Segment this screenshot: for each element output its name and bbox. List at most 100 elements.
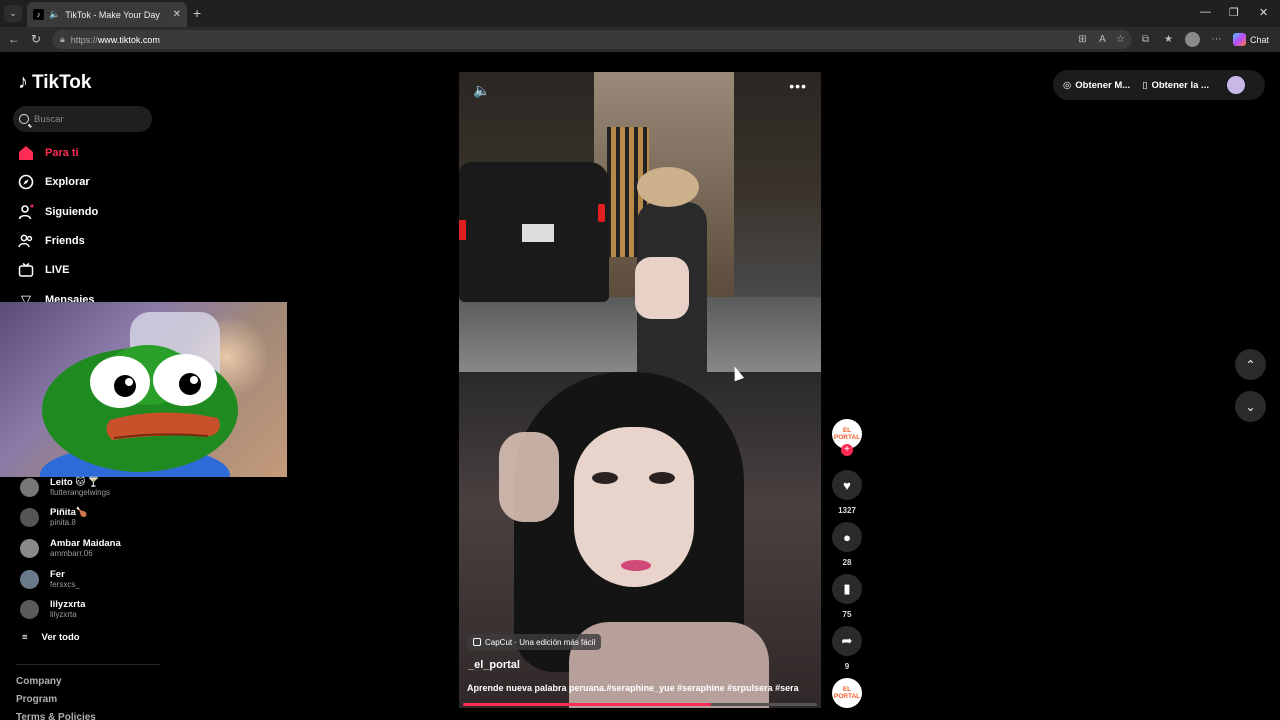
avatar bbox=[20, 600, 39, 619]
extensions-icon[interactable]: ⧉ bbox=[1140, 34, 1151, 45]
nav-label: Explorar bbox=[45, 176, 90, 188]
favorite-star-icon[interactable]: ☆ bbox=[1115, 34, 1126, 45]
phone-icon: ▯ bbox=[1142, 79, 1148, 91]
share-count: 9 bbox=[844, 662, 850, 671]
following-account[interactable]: lilyzxrta lilyzxrta bbox=[20, 599, 85, 620]
chevron-down-icon: ⌄ bbox=[1245, 399, 1256, 414]
header-actions: ◎ Obtener M... ▯ Obtener la ... bbox=[1053, 70, 1265, 100]
tiktok-page: ♪ TikTok Buscar Para ti Explorar Siguien… bbox=[0, 52, 1280, 720]
nav-para-ti[interactable]: Para ti bbox=[18, 145, 79, 161]
music-disc-text: EL PORTAL bbox=[833, 686, 861, 700]
video-author[interactable]: _el_portal bbox=[468, 659, 520, 671]
share-button[interactable]: ➦ bbox=[832, 626, 862, 656]
see-all-button[interactable]: ≡ Ver todo bbox=[22, 632, 80, 643]
video-player[interactable]: 🔈 ••• CapCut · Una edición más fácil _el… bbox=[459, 72, 821, 708]
refresh-icon[interactable]: ↻ bbox=[31, 32, 41, 46]
volume-icon[interactable]: 🔈 bbox=[473, 82, 490, 99]
tab-title: TikTok - Make Your Day bbox=[65, 9, 160, 20]
url-field[interactable]: 🔒︎ https://www.tiktok.com bbox=[52, 30, 1132, 49]
url-scheme: https:// bbox=[70, 34, 98, 45]
follow-plus-icon[interactable]: + bbox=[841, 444, 853, 456]
footer-link-company[interactable]: Company bbox=[16, 676, 62, 687]
eye bbox=[592, 472, 618, 484]
browser-profile-avatar[interactable] bbox=[1185, 32, 1200, 47]
capcut-badge[interactable]: CapCut · Una edición más fácil bbox=[467, 634, 602, 650]
comment-count: 28 bbox=[842, 558, 852, 567]
nav-siguiendo[interactable]: Siguiendo bbox=[18, 204, 98, 220]
back-icon[interactable]: ← bbox=[8, 32, 20, 46]
video-caption[interactable]: Aprende nueva palabra peruana.#seraphine… bbox=[467, 683, 817, 693]
car-light bbox=[598, 204, 605, 222]
tiktok-note-icon: ♪ bbox=[18, 71, 28, 93]
comment-icon: ● bbox=[843, 529, 851, 545]
app-available-icon[interactable]: ⊞ bbox=[1077, 34, 1088, 45]
webcam-overlay bbox=[0, 302, 287, 477]
nav-friends[interactable]: Friends bbox=[18, 233, 85, 249]
copilot-chat-button[interactable]: Chat bbox=[1233, 33, 1269, 46]
window-close-icon[interactable]: ✕ bbox=[1259, 6, 1268, 19]
hat bbox=[637, 167, 699, 207]
tiktok-logo[interactable]: ♪ TikTok bbox=[18, 71, 91, 94]
avatar bbox=[20, 478, 39, 497]
heart-icon: ♥ bbox=[843, 477, 851, 493]
like-button[interactable]: ♥ bbox=[832, 470, 862, 500]
save-button[interactable]: ▮ bbox=[832, 574, 862, 604]
video-progress-bar[interactable] bbox=[463, 703, 817, 706]
get-app-button[interactable]: ▯ Obtener la ... bbox=[1142, 80, 1209, 91]
account-handle: ammbarr.06 bbox=[50, 549, 93, 558]
translate-icon[interactable]: A bbox=[1097, 34, 1108, 45]
more-options-icon[interactable]: ••• bbox=[789, 78, 807, 94]
restore-icon[interactable]: ❐ bbox=[1229, 6, 1239, 19]
tab-actions-chevron-icon[interactable]: ⌄ bbox=[4, 5, 22, 22]
account-name: Fer bbox=[50, 569, 65, 580]
favorites-icon[interactable]: ★ bbox=[1163, 34, 1174, 45]
next-video-button[interactable]: ⌄ bbox=[1235, 391, 1266, 422]
save-count: 75 bbox=[842, 610, 852, 619]
footer-link-terms[interactable]: Terms & Policies bbox=[16, 712, 96, 720]
chevron-up-icon: ⌃ bbox=[1245, 357, 1256, 372]
avatar bbox=[20, 539, 39, 558]
nav-live[interactable]: LIVE bbox=[18, 262, 69, 278]
url-host: www.tiktok.com bbox=[97, 34, 160, 45]
creator-avatar-text: EL PORTAL bbox=[833, 427, 861, 441]
music-disc[interactable]: EL PORTAL bbox=[832, 678, 862, 708]
car-light bbox=[459, 220, 466, 240]
nav-label: Siguiendo bbox=[45, 206, 99, 218]
following-account[interactable]: Ambar Maidana ammbarr.06 bbox=[20, 538, 121, 559]
following-account[interactable]: Fer fersxcs_ bbox=[20, 569, 80, 590]
settings-more-icon[interactable]: ⋯ bbox=[1211, 34, 1222, 45]
footer-link-program[interactable]: Program bbox=[16, 694, 57, 705]
search-input[interactable]: Buscar bbox=[13, 106, 152, 132]
avatar bbox=[20, 570, 39, 589]
backpack bbox=[635, 257, 689, 319]
previous-video-button[interactable]: ⌃ bbox=[1235, 349, 1266, 380]
comment-button[interactable]: ● bbox=[832, 522, 862, 552]
home-icon bbox=[18, 145, 34, 161]
browser-address-bar: ← ↻ 🔒︎ https://www.tiktok.com ⊞ A ☆ ⧉ ★ … bbox=[0, 27, 1280, 52]
account-name: Piñita🍗 bbox=[50, 507, 88, 518]
avatar bbox=[20, 508, 39, 527]
tab-audio-icon[interactable]: 🔈 bbox=[49, 9, 60, 20]
get-coins-button[interactable]: ◎ Obtener M... bbox=[1063, 80, 1130, 91]
tab-close-icon[interactable]: ✕ bbox=[173, 9, 181, 20]
account-handle: flutterangelwings bbox=[50, 488, 111, 497]
eye bbox=[649, 472, 675, 484]
copilot-icon bbox=[1233, 33, 1246, 46]
nav-explorar[interactable]: Explorar bbox=[18, 174, 90, 190]
new-tab-icon[interactable]: + bbox=[193, 5, 201, 21]
nav-label: Para ti bbox=[45, 147, 79, 159]
live-icon bbox=[18, 262, 34, 278]
user-avatar[interactable] bbox=[1226, 76, 1245, 94]
account-handle: pinita.8 bbox=[50, 518, 76, 527]
following-account[interactable]: Leito 🐱 🍸 flutterangelwings bbox=[20, 477, 110, 498]
share-icon: ➦ bbox=[841, 633, 853, 648]
capcut-label: CapCut · Una edición más fácil bbox=[485, 637, 596, 647]
browser-tab-bar: ⌄ ♪ 🔈 TikTok - Make Your Day ✕ + — ❐ ✕ bbox=[0, 0, 1280, 27]
account-handle: lilyzxrta bbox=[50, 610, 77, 619]
minimize-icon[interactable]: — bbox=[1200, 6, 1211, 18]
following-account[interactable]: Piñita🍗 pinita.8 bbox=[20, 507, 88, 528]
browser-tab[interactable]: ♪ 🔈 TikTok - Make Your Day ✕ bbox=[27, 2, 187, 27]
search-placeholder: Buscar bbox=[34, 113, 64, 125]
video-frame-top bbox=[459, 72, 821, 372]
like-count: 1327 bbox=[838, 506, 856, 515]
